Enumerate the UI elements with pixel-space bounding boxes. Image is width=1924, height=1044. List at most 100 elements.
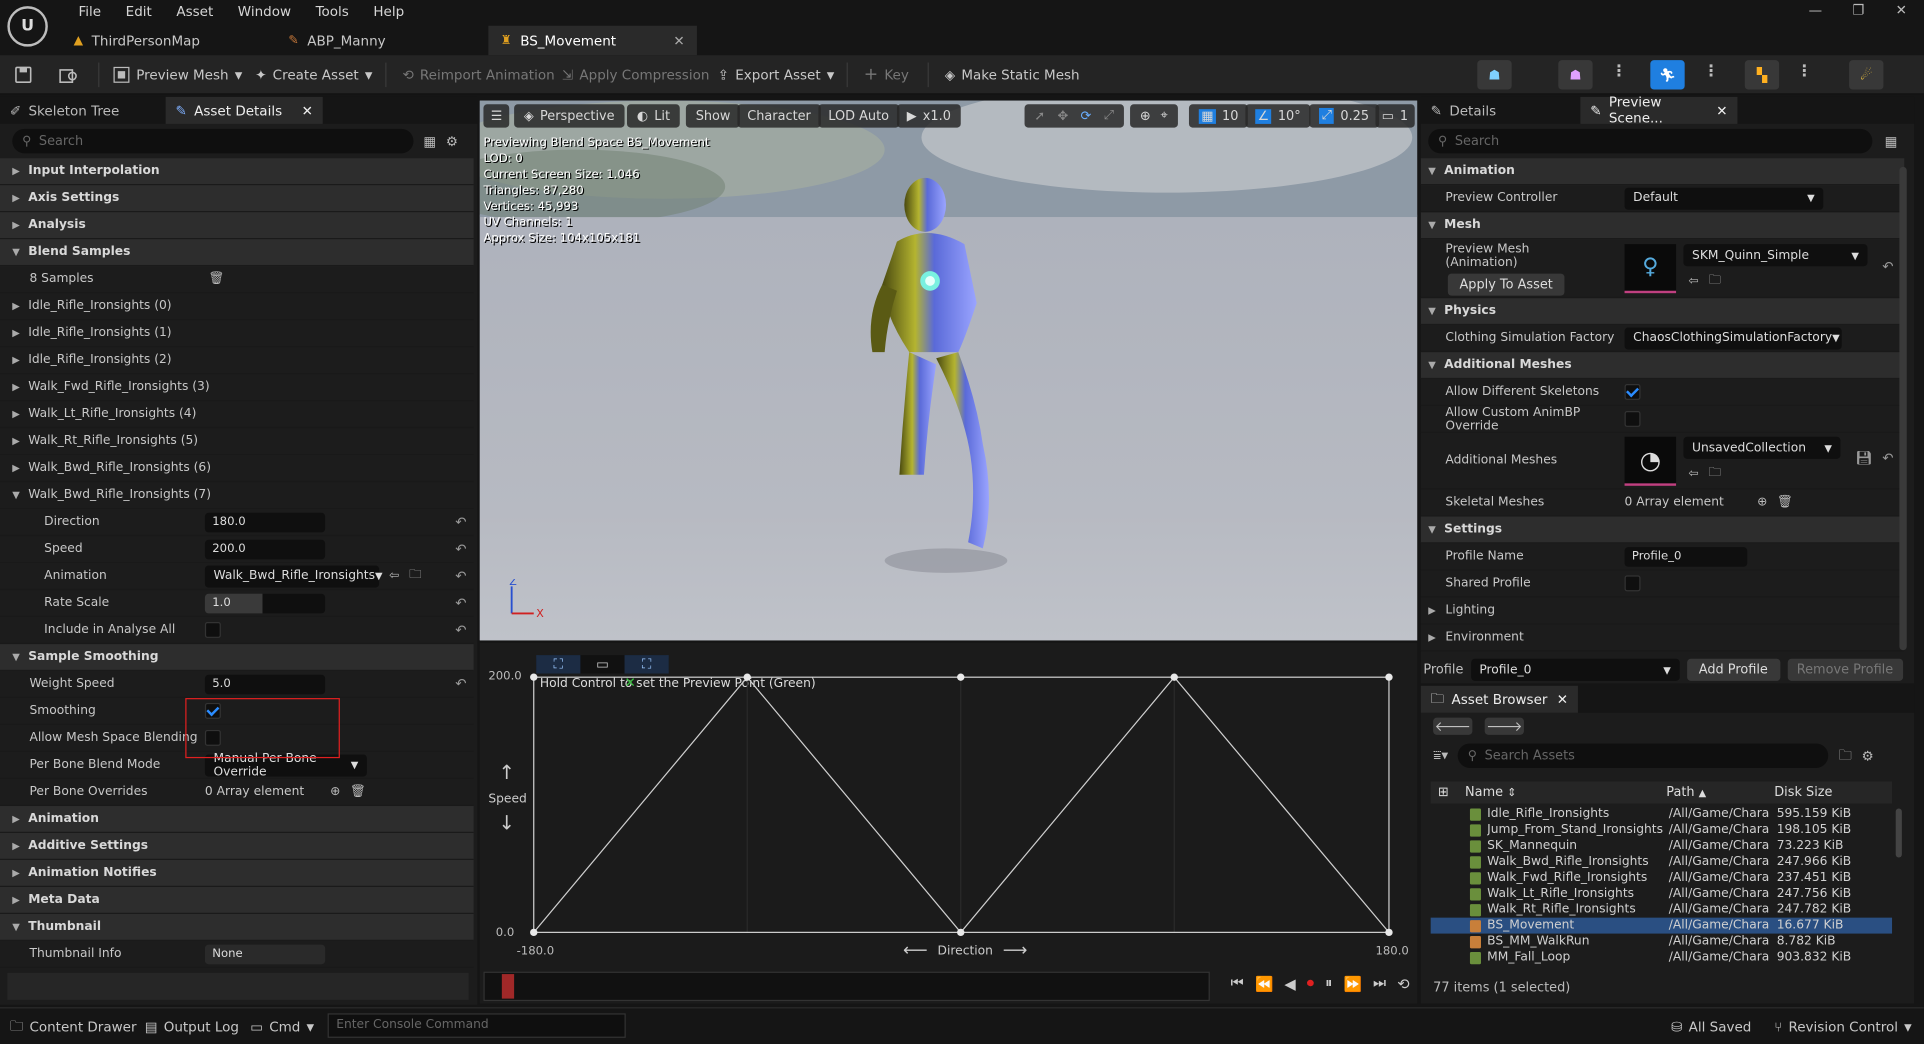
preview-mesh-button[interactable]: Preview Mesh ▼ — [113, 63, 242, 88]
category-axis-settings[interactable]: ▶ Axis Settings — [0, 185, 474, 213]
category-input-interpolation[interactable]: ▶ Input Interpolation — [0, 158, 474, 186]
filter-icon[interactable]: ⩸▾ — [1433, 747, 1448, 764]
sample-item[interactable]: ▶ Walk_Lt_Rifle_Ironsights (4) — [0, 401, 474, 429]
folder-icon[interactable]: 🗀︎ — [1838, 744, 1851, 767]
gear-icon[interactable]: ⚙ — [446, 133, 458, 149]
category-animation-notifies[interactable]: ▶ Animation Notifies — [0, 859, 474, 887]
output-log-button[interactable]: ▤ Output Log — [145, 1015, 239, 1040]
preview-controller-dropdown[interactable]: Default ▼ — [1624, 187, 1824, 210]
sample-point[interactable] — [1385, 928, 1393, 937]
surface-snap-icon[interactable]: ⌖ — [1161, 108, 1168, 124]
menu-window[interactable]: Window — [226, 2, 304, 22]
create-asset-button[interactable]: ✦ Create Asset ▼ — [255, 63, 372, 88]
asset-row[interactable]: BS_MM_WalkRun/All/Game/Chara 8.782 KiB — [1431, 934, 1892, 950]
unreal-logo-icon[interactable]: U — [7, 6, 48, 47]
reset-icon[interactable]: ↶ — [455, 676, 466, 692]
menu-asset[interactable]: Asset — [164, 2, 225, 22]
character-button[interactable]: Character — [737, 104, 821, 128]
asset-search-input[interactable]: ⚲ Search Assets — [1457, 743, 1829, 768]
rotate-icon[interactable]: ⟳ — [1081, 109, 1092, 124]
tab-asset-browser[interactable]: 🗀︎ Asset Browser ✕ — [1420, 685, 1578, 713]
use-selected-icon[interactable]: ⇦ — [389, 569, 399, 582]
asset-row[interactable]: MM_Fall_Loop/All/Game/Chara 903.832 KiB — [1431, 950, 1892, 966]
move-icon[interactable]: ✥ — [1057, 109, 1068, 124]
pause-icon[interactable]: ⏸ — [1325, 974, 1332, 992]
tab-thirdpersonmap[interactable]: ▲ ThirdPersonMap — [61, 26, 270, 55]
sample-point[interactable] — [1170, 673, 1178, 681]
camera-speed-button[interactable]: ▭ 1 — [1375, 104, 1415, 128]
close-icon[interactable]: ✕ — [1716, 102, 1727, 118]
show-button[interactable]: Show — [685, 104, 741, 128]
profile-name-field[interactable]: Profile_0 — [1624, 546, 1748, 567]
tab-bs-movement[interactable]: ♜ BS_Movement ✕ — [488, 25, 697, 56]
asset-row[interactable]: Walk_Bwd_Rifle_Ironsights/All/Game/Chara… — [1431, 854, 1892, 870]
menu-tools[interactable]: Tools — [303, 2, 361, 22]
sample-item[interactable]: ▶ Walk_Fwd_Rifle_Ironsights (3) — [0, 374, 474, 402]
viewport[interactable]: ☰ ◈ Perspective ◐ Lit Show Character LOD A… — [479, 100, 1418, 641]
column-name-header[interactable]: Name ⇕ — [1465, 785, 1666, 800]
content-drawer-button[interactable]: 🗀︎ Content Drawer — [10, 1015, 137, 1040]
category-thumbnail[interactable]: ▼ Thumbnail — [0, 913, 474, 941]
mesh-thumbnail[interactable]: ♀ — [1624, 243, 1677, 293]
category-animation[interactable]: ▶ Animation — [0, 806, 474, 833]
key-button[interactable]: + Key — [864, 63, 909, 88]
lod-button[interactable]: LOD Auto — [818, 104, 899, 128]
include-analyse-checkbox[interactable] — [204, 621, 221, 638]
animation-dropdown[interactable]: Walk_Bwd_Rifle_Ironsights ▼ — [204, 564, 383, 588]
sample-item[interactable]: ▶ Idle_Rifle_Ironsights (0) — [0, 293, 474, 321]
trash-icon[interactable]: 🗑︎ — [209, 272, 225, 285]
asset-row[interactable]: Idle_Rifle_Ironsights/All/Game/Chara 595.… — [1431, 806, 1892, 822]
loop-icon[interactable]: ⟲ — [1397, 975, 1409, 992]
sample-point[interactable] — [957, 928, 965, 937]
cmd-button[interactable]: ▭ Cmd ▼ — [250, 1015, 314, 1040]
back-arrow-icon[interactable]: 🡐 — [1433, 717, 1473, 735]
tab-asset-details[interactable]: ✎ Asset Details ✕ — [165, 96, 323, 124]
blueprint-mode-button[interactable]: ▚ — [1744, 60, 1780, 90]
rate-scale-slider[interactable]: 1.0 — [204, 593, 326, 613]
restore-icon[interactable]: ❐ — [1837, 0, 1880, 25]
angle-snap-button[interactable]: ∠ 10° — [1245, 104, 1311, 128]
tab-abp-manny[interactable]: ✎ ABP_Manny — [276, 26, 485, 55]
trash-icon[interactable]: 🗑︎ — [350, 785, 366, 798]
profile-dropdown[interactable]: Profile_0 ▼ — [1470, 658, 1680, 681]
browse-icon[interactable]: 🗀︎ — [409, 566, 421, 587]
reset-icon[interactable]: ↶ — [455, 568, 466, 584]
apply-to-asset-button[interactable]: Apply To Asset — [1447, 273, 1565, 296]
trash-icon[interactable]: 🗑︎ — [1777, 496, 1793, 509]
blend-space-graph[interactable]: ⛶ ▭ ⛶ 200.0 0.0 -180.0 180.0 Hold Contro… — [479, 642, 1418, 1004]
forward-arrow-icon[interactable]: 🡒 — [1484, 717, 1524, 735]
weight-speed-field[interactable]: 5.0 — [204, 674, 326, 694]
skeleton-mode-button[interactable]: ☗ — [1477, 60, 1512, 90]
all-saved-button[interactable]: ⛁ All Saved — [1671, 1015, 1751, 1040]
apply-compression-button[interactable]: ⇲ Apply Compression — [562, 63, 709, 88]
more-options-icon[interactable]: ⋮ — [1703, 63, 1719, 81]
table-view-icon[interactable]: ▦ — [1885, 133, 1898, 149]
more-options-icon[interactable]: ⋮ — [1611, 63, 1627, 81]
table-view-icon[interactable]: ▦ — [423, 133, 436, 149]
gear-icon[interactable]: ⚙ — [1862, 748, 1874, 764]
direction-field[interactable]: 180.0 — [204, 512, 326, 532]
asset-row[interactable]: Walk_Fwd_Rifle_Ironsights/All/Game/Chara… — [1431, 870, 1892, 886]
allow-custom-checkbox[interactable] — [1624, 410, 1641, 427]
details-scrollbar[interactable] — [1899, 166, 1907, 651]
animation-mode-button[interactable]: 🏃︎ — [1650, 60, 1685, 90]
reimport-animation-button[interactable]: ⟲ Reimport Animation — [402, 63, 554, 88]
shared-profile-checkbox[interactable] — [1624, 575, 1641, 592]
category-analysis[interactable]: ▶ Analysis — [0, 212, 474, 240]
menu-edit[interactable]: Edit — [113, 2, 164, 22]
select-icon[interactable]: ➚ — [1034, 109, 1045, 124]
skip-end-icon[interactable]: ⏭ — [1373, 974, 1386, 992]
minimize-icon[interactable]: — — [1794, 0, 1837, 25]
add-profile-button[interactable]: Add Profile — [1686, 658, 1780, 681]
reset-icon[interactable]: ↶ — [455, 514, 466, 530]
mesh-mode-button[interactable]: ☗ — [1558, 60, 1593, 90]
make-static-mesh-button[interactable]: ◈ Make Static Mesh — [945, 63, 1080, 88]
reset-icon[interactable]: ↶ — [455, 622, 466, 638]
world-local-icon[interactable]: ⊕ — [1140, 109, 1151, 124]
category-additive-settings[interactable]: ▶ Additive Settings — [0, 832, 474, 860]
additional-meshes-dropdown[interactable]: UnsavedCollection ▼ — [1683, 436, 1841, 459]
viewport-menu-button[interactable]: ☰ — [483, 104, 510, 128]
environment-row[interactable]: ▶ Environment — [1420, 624, 1905, 652]
close-icon[interactable]: ✕ — [302, 102, 313, 118]
reset-icon[interactable]: ↶ — [1882, 450, 1893, 466]
